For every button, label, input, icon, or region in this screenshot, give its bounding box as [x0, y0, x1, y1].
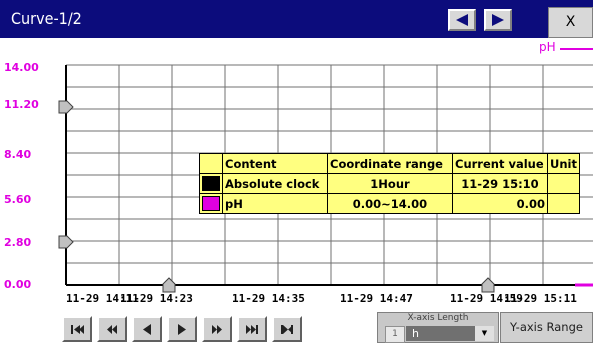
info-table-header: Content Coordinate range Current value U… [199, 153, 580, 174]
fast-forward-icon [212, 325, 222, 334]
row-name: Absolute clock [222, 173, 328, 194]
last-page-icon [281, 325, 293, 334]
header-content: Content [222, 153, 328, 174]
x-axis-length-unit-select[interactable]: h [406, 326, 475, 341]
info-table-row: Absolute clock 1Hour 11-29 15:10 [199, 173, 580, 194]
fast-rewind-button[interactable] [97, 316, 127, 342]
arrow-right-icon [492, 14, 504, 26]
y-axis-range-button[interactable]: Y-axis Range [500, 312, 593, 343]
step-back-icon [143, 324, 151, 335]
header-coordinate-range: Coordinate range [327, 153, 453, 174]
row-unit [547, 193, 580, 214]
window-title: Curve-1/2 [11, 9, 82, 28]
first-page-button[interactable] [62, 316, 92, 342]
series-color-swatch [202, 196, 220, 211]
close-button[interactable]: X [548, 7, 593, 38]
play-icon [178, 324, 186, 335]
x-tick-label: 11-29 14:23 [120, 292, 193, 305]
x-tick-label: 11-29 14:47 [340, 292, 413, 305]
row-unit [547, 173, 580, 194]
x-tick-label: 11-29 15:11 [504, 292, 577, 305]
row-range: 1Hour [327, 173, 453, 194]
fast-forward-button[interactable] [202, 316, 232, 342]
row-value: 0.00 [452, 193, 548, 214]
y-tick-label: 14.00 [4, 61, 39, 74]
x-axis-length-label: X-axis Length [407, 313, 469, 323]
arrow-left-icon [456, 14, 468, 26]
skip-to-end-icon [246, 325, 258, 334]
info-table-row: pH 0.00~14.00 0.00 [199, 193, 580, 214]
y-cursor-marker-upper[interactable] [58, 100, 74, 114]
series-legend: pH [536, 40, 593, 56]
series-legend-label: pH [539, 40, 556, 54]
x-cursor-marker-left[interactable] [162, 277, 176, 293]
fast-rewind-icon [107, 325, 117, 334]
title-bar: Curve-1/2 X [0, 0, 593, 38]
x-axis-length-control: X-axis Length 1 h ▼ [377, 312, 499, 343]
chevron-down-icon[interactable]: ▼ [475, 326, 494, 341]
y-tick-label: 0.00 [4, 278, 32, 291]
y-tick-label: 5.60 [4, 193, 32, 206]
y-tick-label: 8.40 [4, 148, 32, 161]
series-legend-line [560, 48, 593, 50]
row-range: 0.00~14.00 [327, 193, 453, 214]
skip-to-end-button[interactable] [237, 316, 267, 342]
header-current-value: Current value [452, 153, 548, 174]
step-back-button[interactable] [132, 316, 162, 342]
last-page-button[interactable] [272, 316, 302, 342]
first-page-icon [71, 325, 84, 334]
row-name: pH [222, 193, 328, 214]
y-tick-label: 2.80 [4, 236, 32, 249]
next-curve-button[interactable] [484, 9, 512, 31]
y-tick-label: 11.20 [4, 98, 39, 111]
x-tick-label: 11-29 14:35 [232, 292, 305, 305]
previous-curve-button[interactable] [448, 9, 476, 31]
curve-info-table: Content Coordinate range Current value U… [199, 153, 580, 214]
x-axis-length-value[interactable]: 1 [385, 326, 405, 343]
x-cursor-marker-right[interactable] [481, 277, 495, 293]
header-unit: Unit [547, 153, 580, 174]
series-color-swatch [202, 176, 220, 191]
y-cursor-marker-lower[interactable] [58, 235, 74, 249]
play-button[interactable] [167, 316, 197, 342]
row-value: 11-29 15:10 [452, 173, 548, 194]
